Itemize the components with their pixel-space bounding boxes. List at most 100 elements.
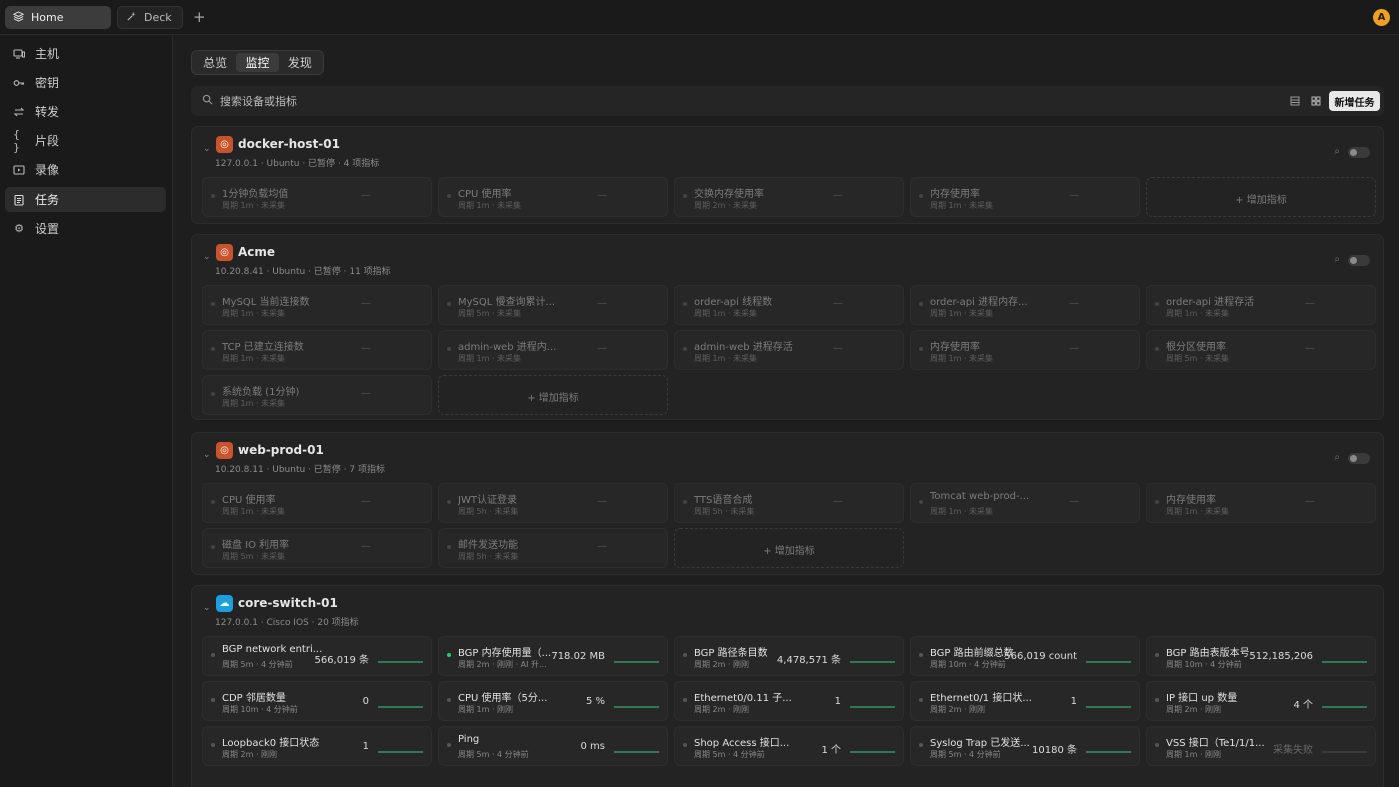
metric-card[interactable]: BGP 内存使用量（... 周期 2m · 刚刚 · AI 升... 718.02 … <box>438 636 668 676</box>
metric-card[interactable]: 邮件发送功能 周期 5h · 未采集 — <box>438 528 668 568</box>
metric-meta: 周期 10m · 4 分钟前 <box>930 660 1006 669</box>
metric-card[interactable]: order-api 进程内存... 周期 1m · 未采集 — <box>910 285 1140 325</box>
metric-card[interactable]: 内存使用率 周期 1m · 未采集 — <box>910 177 1140 217</box>
sidebar-item-keys[interactable]: 密钥 <box>5 70 166 95</box>
tab-deck[interactable]: Deck <box>117 6 183 29</box>
status-dot <box>211 545 215 549</box>
grid-view-icon[interactable] <box>1309 94 1323 108</box>
host-name[interactable]: web-prod-01 <box>238 443 324 457</box>
metric-card[interactable]: CDP 邻居数量 周期 10m · 4 分钟前 0 <box>202 681 432 721</box>
metric-card[interactable]: BGP network entri... 周期 5m · 4 分钟前 566,019… <box>202 636 432 676</box>
sidebar-item-forwarding[interactable]: 转发 <box>5 99 166 124</box>
metric-card[interactable]: BGP 路径条目数 周期 2m · 刚刚 4,478,571 条 <box>674 636 904 676</box>
sidebar-item-label: 密钥 <box>35 76 60 90</box>
tab-home[interactable]: Home <box>5 6 111 29</box>
list-view-icon[interactable] <box>1288 94 1302 108</box>
sidebar-item-snippets[interactable]: { } 片段 <box>5 128 166 154</box>
metric-card[interactable]: 磁盘 IO 利用率 周期 5m · 未采集 — <box>202 528 432 568</box>
sidebar-item-label: 片段 <box>35 134 60 148</box>
metric-meta: 周期 5m · 未采集 <box>458 309 522 318</box>
chevron-down-icon[interactable]: ⌄ <box>203 450 211 460</box>
metric-meta: 周期 5h · 未采集 <box>458 552 519 561</box>
metric-card[interactable]: IP 接口 up 数量 周期 2m · 刚刚 4 个 <box>1146 681 1376 721</box>
metric-meta: 周期 1m · 未采集 <box>222 399 286 408</box>
add-metric-button[interactable]: + 增加指标 <box>438 375 668 415</box>
metric-empty-dash: — <box>1305 298 1315 309</box>
metric-card[interactable]: CPU 使用率（5分... 周期 1m · 刚刚 5 % <box>438 681 668 721</box>
metric-card[interactable]: order-api 进程存活 周期 1m · 未采集 — <box>1146 285 1376 325</box>
metric-value: 4,478,571 条 <box>776 655 841 666</box>
clipboard-icon <box>13 194 25 206</box>
metric-name: 内存使用率 <box>930 189 980 200</box>
status-dot <box>683 302 687 306</box>
metric-card[interactable]: 交换内存使用率 周期 2m · 未采集 — <box>674 177 904 217</box>
metric-card[interactable]: 系统负载 (1分钟) 周期 1m · 未采集 — <box>202 375 432 415</box>
group-toggle[interactable] <box>1348 453 1370 464</box>
metric-name: Ethernet0/0.11 子... <box>694 693 792 704</box>
metric-card[interactable]: CPU 使用率 周期 1m · 未采集 — <box>202 483 432 523</box>
metric-card[interactable]: CPU 使用率 周期 1m · 未采集 — <box>438 177 668 217</box>
search-refresh-icon[interactable]: ⌕ <box>1334 146 1340 157</box>
host-name[interactable]: docker-host-01 <box>238 137 340 151</box>
sidebar-item-tasks[interactable]: 任务 <box>5 187 166 212</box>
metric-card[interactable]: 内存使用率 周期 1m · 未采集 — <box>910 330 1140 370</box>
metric-card[interactable]: VSS 接口（Te1/1/1... 周期 1m · 刚刚 采集失败 <box>1146 726 1376 766</box>
avatar[interactable]: A <box>1373 9 1390 26</box>
metric-empty-dash: — <box>361 541 371 552</box>
metric-card[interactable]: JWT认证登录 周期 5h · 未采集 — <box>438 483 668 523</box>
metric-card[interactable]: BGP 路由表版本号 周期 10m · 4 分钟前 512,185,206 <box>1146 636 1376 676</box>
host-name[interactable]: Acme <box>238 245 275 259</box>
metric-card[interactable]: Syslog Trap 已发送... 周期 5m · 4 分钟前 10180 条 <box>910 726 1140 766</box>
search-input[interactable] <box>220 92 820 110</box>
metric-card[interactable]: 根分区使用率 周期 5m · 未采集 — <box>1146 330 1376 370</box>
metric-card[interactable]: MySQL 当前连接数 周期 1m · 未采集 — <box>202 285 432 325</box>
metric-card[interactable]: BGP 路由前缀总数 周期 10m · 4 分钟前 566,019 count <box>910 636 1140 676</box>
metric-name: 磁盘 IO 利用率 <box>222 540 290 551</box>
metric-card[interactable]: Tomcat web-prod-... 周期 1m · 未采集 — <box>910 483 1140 523</box>
group-toggle[interactable] <box>1348 147 1370 158</box>
status-dot <box>211 500 215 504</box>
metric-card[interactable]: Ethernet0/0.11 子... 周期 2m · 刚刚 1 <box>674 681 904 721</box>
search-refresh-icon[interactable]: ⌕ <box>1334 254 1340 265</box>
tab-discovery[interactable]: 发现 <box>279 53 321 72</box>
host-group: ⌄ ☁ core-switch-01 127.0.0.1 · Cisco IOS · … <box>191 585 1384 787</box>
metric-name: order-api 线程数 <box>694 297 773 308</box>
metric-card[interactable]: Ethernet0/1 接口状... 周期 2m · 刚刚 1 <box>910 681 1140 721</box>
metric-name: Syslog Trap 已发送... <box>930 738 1030 749</box>
add-metric-button[interactable]: + 增加指标 <box>674 528 904 568</box>
metric-card[interactable]: admin-web 进程内... 周期 1m · 未采集 — <box>438 330 668 370</box>
new-tab-plus-icon[interactable]: + <box>193 8 206 26</box>
metric-card[interactable]: TCP 已建立连接数 周期 1m · 未采集 — <box>202 330 432 370</box>
metric-card[interactable]: 1分钟负载均值 周期 1m · 未采集 — <box>202 177 432 217</box>
sparkline <box>850 751 895 753</box>
metric-card[interactable]: TTS语音合成 周期 5h · 未采集 — <box>674 483 904 523</box>
plus-icon: + <box>527 393 539 404</box>
layers-icon <box>12 10 25 25</box>
metric-card[interactable]: order-api 线程数 周期 1m · 未采集 — <box>674 285 904 325</box>
add-metric-button[interactable]: + 增加指标 <box>1146 177 1376 217</box>
tab-monitoring[interactable]: 监控 <box>236 53 279 72</box>
tab-overview[interactable]: 总览 <box>194 53 236 72</box>
metric-card[interactable]: MySQL 慢查询累计... 周期 5m · 未采集 — <box>438 285 668 325</box>
group-toggle[interactable] <box>1348 255 1370 266</box>
sidebar-item-settings[interactable]: ⚙ 设置 <box>5 216 166 241</box>
metric-card[interactable]: Ping 周期 5m · 4 分钟前 0 ms <box>438 726 668 766</box>
metric-name: JWT认证登录 <box>458 495 517 506</box>
metric-card[interactable]: Shop Access 接口... 周期 5m · 4 分钟前 1 个 <box>674 726 904 766</box>
sidebar-item-recordings[interactable]: 录像 <box>5 157 166 182</box>
metric-card[interactable]: admin-web 进程存活 周期 1m · 未采集 — <box>674 330 904 370</box>
metric-value: 1 个 <box>821 745 841 756</box>
search-refresh-icon[interactable]: ⌕ <box>1334 452 1340 463</box>
chevron-down-icon[interactable]: ⌄ <box>203 252 211 262</box>
host-name[interactable]: core-switch-01 <box>238 596 338 610</box>
metric-empty-dash: — <box>361 343 371 354</box>
chevron-down-icon[interactable]: ⌄ <box>203 144 211 154</box>
new-task-button[interactable]: 新增任务 <box>1329 91 1380 111</box>
metric-card[interactable]: 内存使用率 周期 1m · 未采集 — <box>1146 483 1376 523</box>
metric-name: BGP 路由前缀总数 <box>930 648 1014 659</box>
metric-card[interactable]: Loopback0 接口状态 周期 2m · 刚刚 1 <box>202 726 432 766</box>
status-dot <box>1155 347 1159 351</box>
sidebar-item-hosts[interactable]: 主机 <box>5 41 166 66</box>
chevron-down-icon[interactable]: ⌄ <box>203 603 211 613</box>
metric-meta: 周期 1m · 未采集 <box>222 507 286 516</box>
